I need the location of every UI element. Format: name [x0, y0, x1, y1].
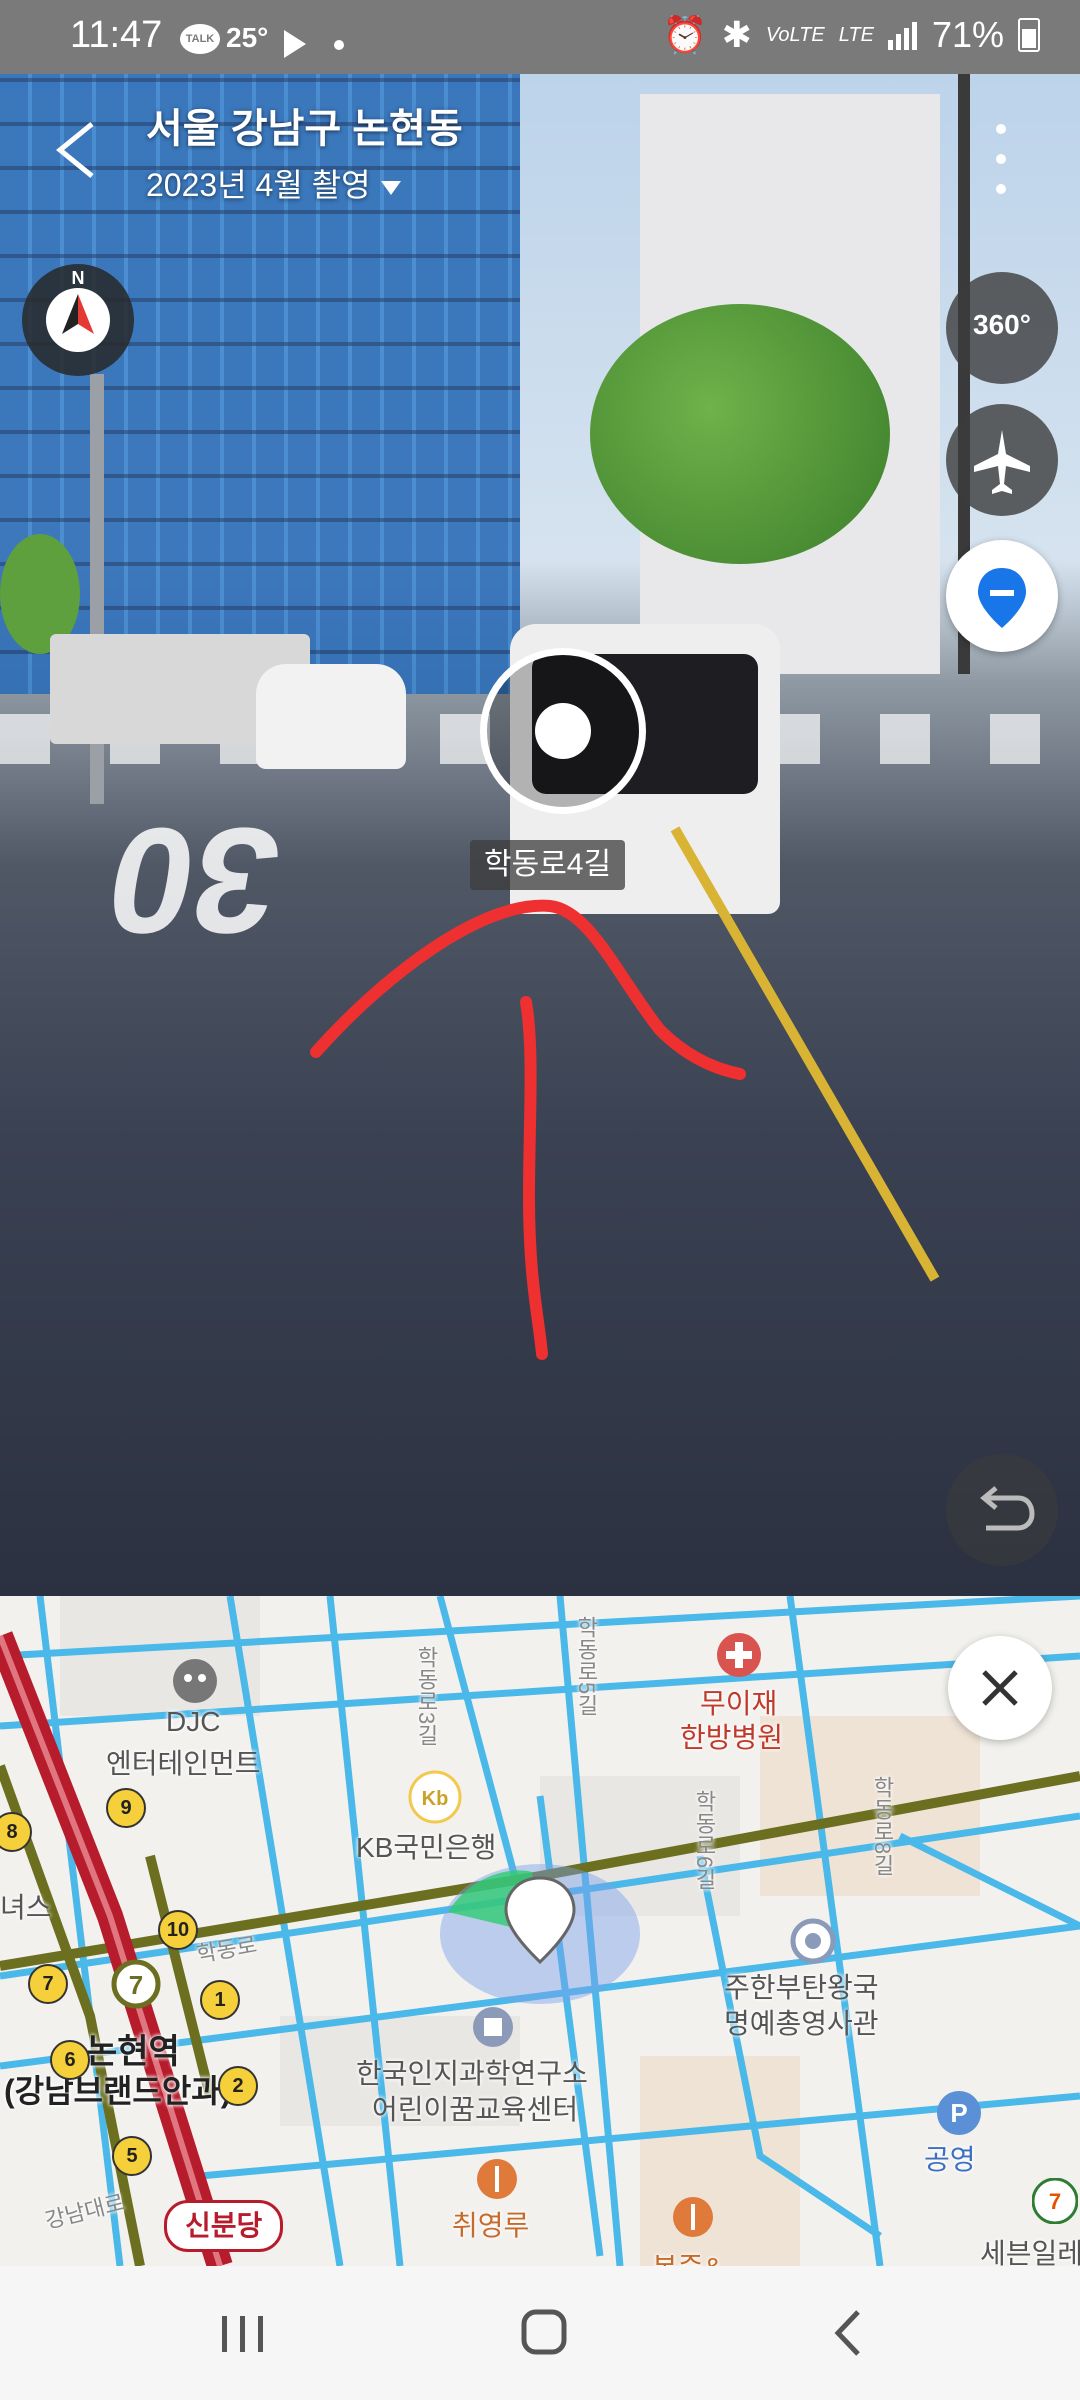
recents-icon[interactable] — [182, 2296, 302, 2370]
undo-button[interactable] — [946, 1454, 1058, 1566]
poi-label-hospital-2[interactable]: 한방병원 — [680, 1716, 783, 1756]
bluetooth-icon: ✱ — [721, 14, 752, 55]
poi-label-djc-ent[interactable]: 엔터테인먼트 — [106, 1742, 261, 1782]
view-360-button[interactable]: 360° — [946, 272, 1058, 384]
compass-button[interactable]: N — [22, 264, 134, 376]
lte-icon: LTE — [838, 23, 874, 46]
close-icon — [982, 1670, 1018, 1706]
education-icon[interactable] — [472, 2006, 514, 2048]
svg-text:Kb: Kb — [422, 1788, 449, 1810]
poi-label-parking[interactable]: 공영 — [924, 2138, 976, 2178]
exit-badge[interactable]: 6 — [50, 2040, 90, 2080]
theater-mask-icon[interactable] — [172, 1658, 218, 1704]
capture-date: 2023년 4월 촬영 — [146, 167, 371, 203]
mini-map[interactable]: 7 Kb P 7 DJC 엔터테인먼트 KB국민은행 무이재 한방병원 주한부탄… — [0, 1596, 1080, 2266]
more-dot-icon — [996, 184, 1006, 194]
poi-label-embassy-1[interactable]: 주한부탄왕국 — [724, 1966, 879, 2006]
status-temperature: 25° — [226, 22, 269, 53]
exit-badge[interactable]: 7 — [28, 1964, 68, 2004]
white-car — [256, 664, 406, 769]
restaurant-icon[interactable] — [476, 2158, 518, 2200]
road-name-label: 학동로4길 — [470, 840, 626, 890]
convenience-store-icon[interactable]: 7 — [1032, 2178, 1078, 2224]
street-view-panorama[interactable]: 30 — [0, 74, 1080, 1596]
svg-text:7: 7 — [1049, 2189, 1061, 2214]
undo-icon — [980, 1486, 1035, 1531]
poi-label-institute-1[interactable]: 한국인지과학연구소 — [356, 2052, 588, 2092]
poi-label-seven-eleven[interactable]: 세븐일레 — [980, 2232, 1080, 2266]
system-navigation-bar — [0, 2266, 1080, 2400]
poi-label-bottom-cut[interactable]: 본죽& — [652, 2246, 722, 2266]
road-marking: 30 — [95, 797, 292, 965]
lane-line — [670, 826, 940, 1282]
notification-dot-icon — [334, 40, 344, 50]
volte-icon: VoLTE — [765, 23, 825, 46]
close-map-button[interactable] — [948, 1636, 1052, 1740]
exit-badge[interactable]: 9 — [106, 1788, 146, 1828]
battery-icon — [1018, 18, 1040, 52]
back-icon[interactable] — [790, 2296, 910, 2370]
svg-text:7: 7 — [129, 1970, 143, 2000]
status-time: 11:47 — [70, 14, 163, 56]
exit-badge[interactable]: 1 — [200, 1980, 240, 2020]
street-view-header: 서울 강남구 논현동 2023년 4월 촬영 — [0, 74, 1080, 224]
aerial-view-button[interactable] — [946, 404, 1058, 516]
alarm-icon: ⏰ — [662, 14, 708, 55]
road-label-hakdong8: 학동로8길 — [870, 1776, 895, 1877]
more-dot-icon — [996, 124, 1006, 134]
embassy-icon[interactable] — [790, 1918, 836, 1964]
more-dot-icon — [996, 154, 1006, 164]
location-title: 서울 강남구 논현동 — [146, 107, 463, 151]
road-label-hakdong5: 학동로5길 — [574, 1616, 599, 1717]
location-pin-icon — [978, 568, 1026, 628]
kakaotalk-icon: TALK — [180, 24, 220, 54]
airplane-icon — [974, 430, 1030, 494]
sinbundang-line-tag[interactable]: 신분당 — [164, 2200, 284, 2252]
poi-label-djc[interactable]: DJC — [166, 1706, 220, 1738]
signal-icon — [887, 22, 917, 50]
compass-needle-icon — [46, 288, 110, 352]
status-bar: 11:47 TALK 25° ⏰ ✱ VoLTE LTE 71% — [0, 0, 1080, 74]
battery-percent: 71% — [931, 14, 1004, 55]
exit-badge[interactable]: 10 — [158, 1910, 198, 1950]
road-label-hakdong6: 학동로6길 — [692, 1790, 717, 1891]
bank-icon[interactable]: Kb — [408, 1770, 462, 1824]
back-arrow-icon[interactable] — [52, 120, 102, 180]
more-options-button[interactable] — [986, 124, 1016, 194]
poi-label-restaurant[interactable]: 취영루 — [452, 2204, 529, 2244]
exit-badge[interactable]: 5 — [112, 2136, 152, 2176]
station-sub-label[interactable]: (강남브랜드안과) — [4, 2066, 231, 2112]
poi-label-left-cut[interactable]: 녀스 — [0, 1886, 52, 1926]
dropdown-caret-icon — [380, 180, 401, 195]
restaurant-icon[interactable] — [672, 2196, 714, 2238]
poi-label-embassy-2[interactable]: 명예총영사관 — [724, 2002, 879, 2042]
svg-text:P: P — [950, 2098, 967, 2128]
road-label-hakdong3: 학동로3길 — [414, 1646, 439, 1747]
my-location-button[interactable] — [946, 540, 1058, 652]
poi-label-kb-bank[interactable]: KB국민은행 — [356, 1826, 496, 1866]
parking-icon[interactable]: P — [936, 2090, 982, 2136]
tree — [590, 304, 890, 564]
exit-badge[interactable]: 2 — [218, 2066, 258, 2106]
street-view-position-marker[interactable] — [480, 648, 646, 814]
poi-label-institute-2[interactable]: 어린이꿈교육센터 — [372, 2088, 578, 2128]
status-right-group: ⏰ ✱ VoLTE LTE 71% — [663, 14, 1040, 56]
play-icon — [284, 30, 306, 58]
home-icon[interactable] — [484, 2296, 604, 2370]
hospital-icon[interactable] — [716, 1632, 762, 1678]
capture-date-selector[interactable]: 2023년 4월 촬영 — [146, 160, 401, 206]
